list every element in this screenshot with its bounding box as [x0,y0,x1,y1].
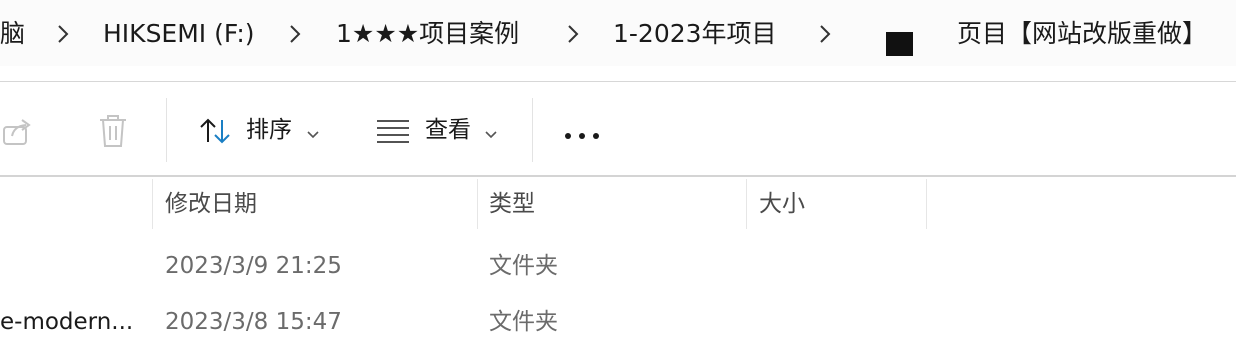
view-icon[interactable] [376,119,410,147]
sort-icon[interactable] [198,116,234,150]
breadcrumb-item-2023-projects[interactable]: 1-2023年项目 [613,17,777,51]
file-type: 文件夹 [489,309,558,335]
trash-icon[interactable] [96,113,130,153]
file-name[interactable]: e-modern... [0,307,133,337]
column-separator[interactable] [477,179,478,229]
file-type: 文件夹 [489,253,558,279]
sort-button-label[interactable]: 排序 [246,114,292,146]
column-separator[interactable] [152,179,153,229]
chevron-down-icon[interactable] [306,125,320,144]
column-header-date-modified[interactable]: 修改日期 [165,189,257,219]
file-explorer-window: 脑 HIKSEMI (F:) 1★★★项目案例 1-2023年项目 页目【网站改… [0,0,1236,344]
view-button-label[interactable]: 查看 [425,114,471,146]
breadcrumb-item-current-folder[interactable]: 页目【网站改版重做】 [957,17,1207,51]
breadcrumb-item-project-cases[interactable]: 1★★★项目案例 [336,17,519,51]
breadcrumb-chevron-icon[interactable] [814,21,836,47]
breadcrumb-chevron-icon[interactable] [52,21,74,47]
folder-icon [886,32,913,56]
column-separator[interactable] [746,179,747,229]
file-date-modified: 2023/3/8 15:47 [165,309,342,335]
more-options-icon[interactable] [564,126,600,145]
breadcrumb-chevron-icon[interactable] [562,21,584,47]
file-date-modified: 2023/3/9 21:25 [165,253,342,279]
toolbar-divider [166,98,167,162]
breadcrumb-item-pc[interactable]: 脑 [0,17,25,51]
column-separator[interactable] [926,179,927,229]
breadcrumb-item-drive[interactable]: HIKSEMI (F:) [103,17,255,51]
chevron-down-icon[interactable] [484,125,498,144]
column-header-type[interactable]: 类型 [489,189,535,219]
divider [0,175,1236,177]
share-icon[interactable] [2,117,36,151]
command-bar [0,82,1236,176]
breadcrumb-chevron-icon[interactable] [284,21,306,47]
toolbar-divider [532,98,533,162]
column-header-size[interactable]: 大小 [759,189,805,219]
